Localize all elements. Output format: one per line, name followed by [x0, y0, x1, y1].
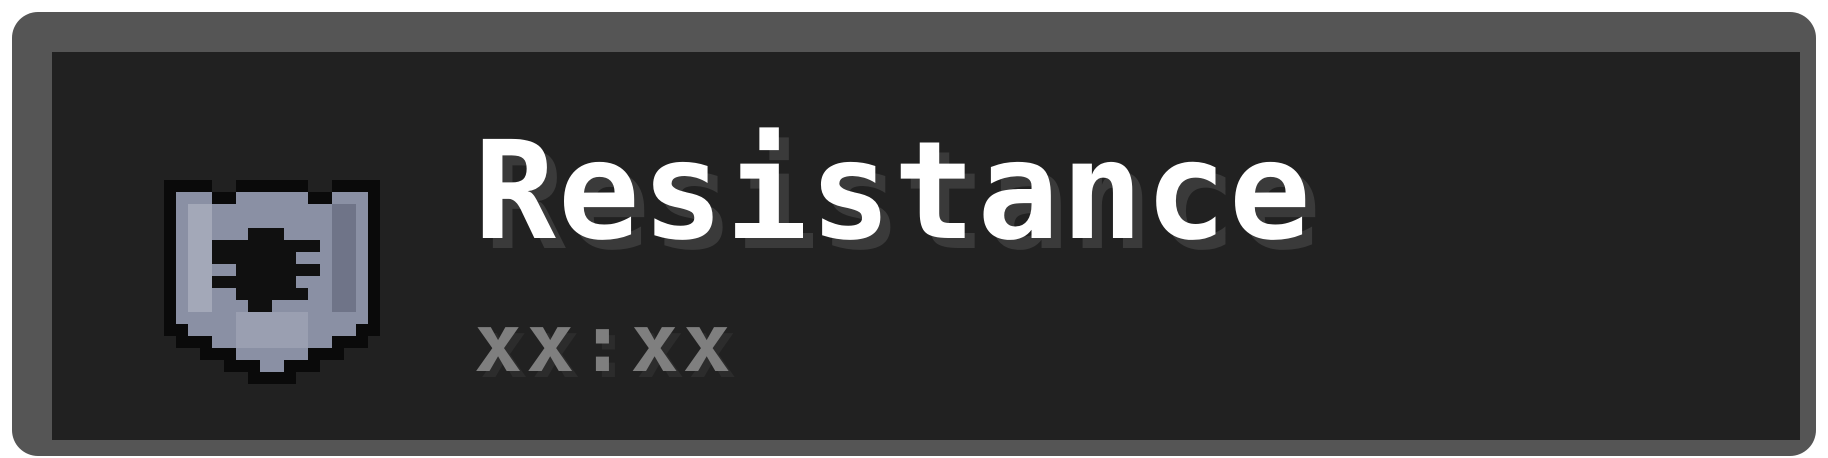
effect-tooltip-frame: Resistance xx:xx	[12, 12, 1816, 456]
effect-duration: xx:xx	[474, 297, 735, 390]
effect-name: Resistance	[474, 113, 1313, 271]
resistance-shield-icon	[164, 180, 380, 384]
effect-tooltip-panel: Resistance xx:xx	[52, 52, 1800, 440]
